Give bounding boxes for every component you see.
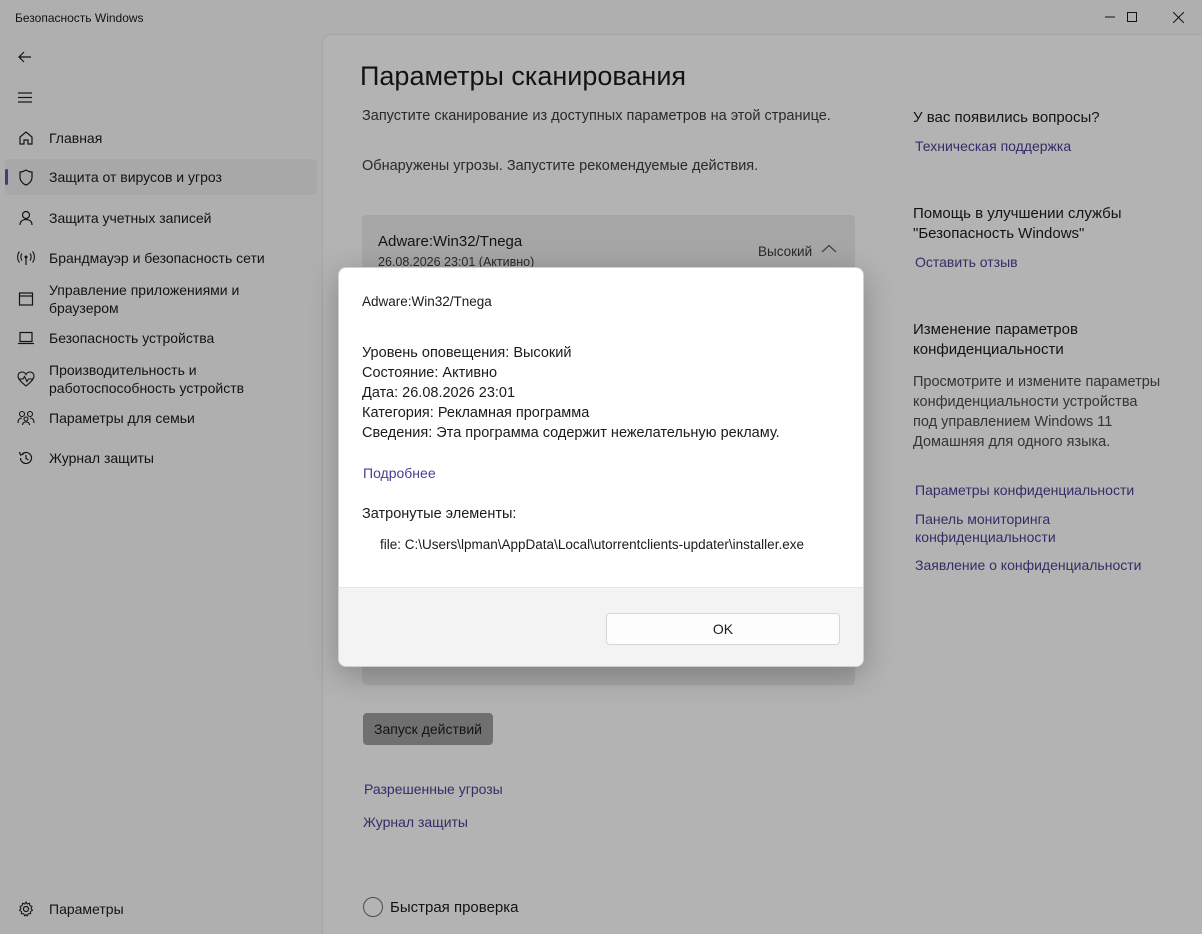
threat-details-dialog: Adware:Win32/Tnega Уровень оповещения: В… xyxy=(338,267,864,667)
affected-items-label: Затронутые элементы: xyxy=(362,506,517,522)
ok-button[interactable]: OK xyxy=(606,613,840,645)
dialog-category: Категория: Рекламная программа xyxy=(362,405,590,421)
more-info-link[interactable]: Подробнее xyxy=(363,465,436,481)
dialog-date: Дата: 26.08.2026 23:01 xyxy=(362,385,516,401)
dialog-status: Состояние: Активно xyxy=(362,365,498,381)
dialog-details: Сведения: Эта программа содержит нежелат… xyxy=(362,425,780,441)
affected-file-path: file: C:\Users\lpman\AppData\Local\utorr… xyxy=(380,537,804,552)
dialog-footer: OK xyxy=(339,587,863,666)
dialog-alert-level: Уровень оповещения: Высокий xyxy=(362,345,572,361)
dialog-threat-name: Adware:Win32/Tnega xyxy=(362,294,492,309)
